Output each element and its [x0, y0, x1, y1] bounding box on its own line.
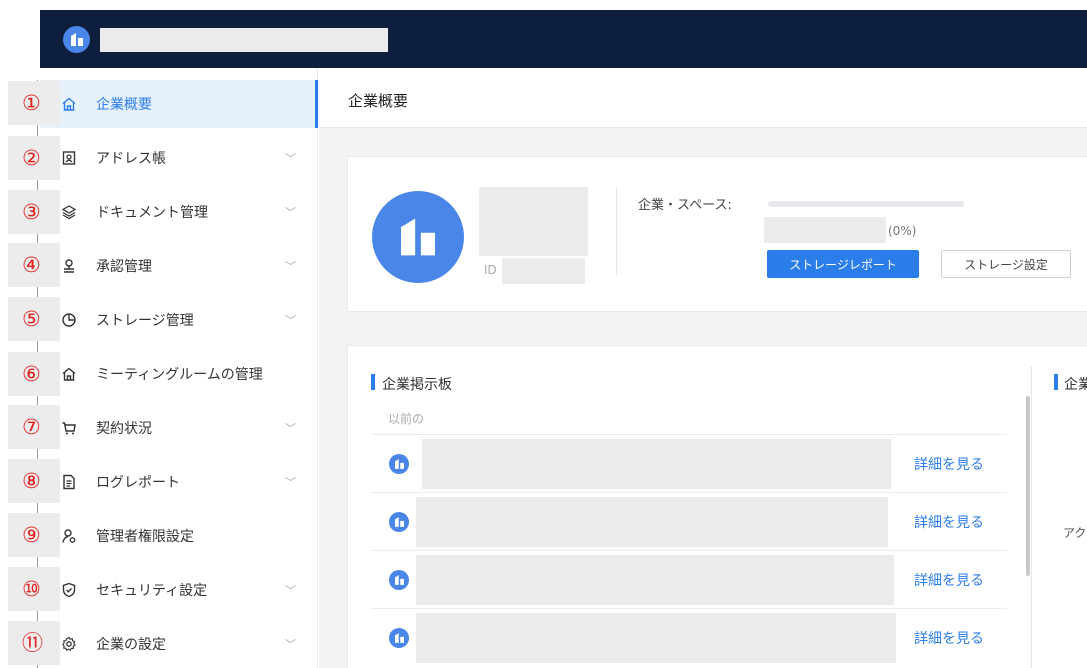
storage-report-button[interactable]: ストレージレポート: [767, 250, 919, 278]
sidebar-item-address-book[interactable]: アドレス帳 ﹀: [40, 134, 318, 182]
admin-user-icon: [60, 527, 78, 545]
list-item: 詳細を見る: [371, 492, 1007, 550]
sidebar-item-log-report[interactable]: ログレポート ﹀: [40, 458, 318, 506]
company-logo-icon: [389, 454, 409, 474]
chevron-down-icon: ﹀: [285, 314, 296, 327]
redacted-company-id: [502, 258, 585, 284]
sidebar-item-label: セキュリティ設定: [96, 583, 208, 599]
board-title: 企業掲示板: [382, 377, 452, 393]
chevron-down-icon: ﹀: [285, 476, 296, 489]
sidebar-item-storage-management[interactable]: ストレージ管理 ﹀: [40, 296, 318, 344]
annotation-badge-8: ⑧: [8, 459, 60, 503]
company-id-label: ID: [484, 263, 497, 277]
company-info-card: ID 企業・スペース: (0%) ストレージレポート ストレージ設定: [347, 156, 1087, 312]
sidebar-item-label: ドキュメント管理: [96, 205, 208, 221]
redacted-notice-text: [416, 555, 894, 605]
annotation-badge-7: ⑦: [8, 405, 60, 449]
sidebar-item-label: ログレポート: [96, 475, 180, 491]
secondary-board-title: 企業: [1064, 377, 1087, 393]
home-icon: [60, 95, 78, 113]
sidebar-item-label: 承認管理: [96, 259, 152, 275]
annotation-badge-1: ①: [8, 81, 60, 125]
divider: [616, 187, 617, 275]
view-details-link[interactable]: 詳細を見る: [914, 570, 984, 590]
storage-percent: (0%): [888, 224, 917, 238]
redacted-company-name: [100, 28, 388, 52]
sidebar-item-admin-permissions[interactable]: 管理者権限設定: [40, 512, 318, 560]
layers-icon: [60, 203, 78, 221]
chevron-down-icon: ﹀: [285, 584, 296, 597]
sidebar-item-label: 企業概要: [96, 97, 152, 113]
scrollbar[interactable]: [1026, 396, 1030, 576]
company-logo-icon: [389, 512, 409, 532]
list-item: 詳細を見る: [371, 550, 1007, 608]
board-subtitle: 以前の: [388, 412, 425, 426]
section-marker: [1054, 374, 1058, 390]
sidebar-item-label: 契約状況: [96, 421, 152, 437]
annotation-badge-11: ⑪: [8, 621, 60, 665]
redacted-notice-text: [416, 497, 888, 547]
annotation-badge-5: ⑤: [8, 297, 60, 341]
home-icon: [60, 365, 78, 383]
redacted-notice-text: [416, 613, 896, 663]
address-book-icon: [60, 149, 78, 167]
pie-chart-icon: [60, 311, 78, 329]
sidebar-item-label: ストレージ管理: [96, 313, 194, 329]
redacted-notice-text: [422, 439, 891, 489]
sidebar-item-label: 企業の設定: [96, 637, 166, 653]
chevron-down-icon: ﹀: [285, 422, 296, 435]
company-logo-icon: [389, 570, 409, 590]
annotation-badge-10: ⑩: [8, 567, 60, 611]
sidebar-item-label: ミーティングルームの管理: [96, 367, 263, 383]
chevron-down-icon: ﹀: [285, 638, 296, 651]
cart-icon: [60, 419, 78, 437]
divider: [1031, 366, 1032, 668]
chevron-down-icon: ﹀: [285, 260, 296, 273]
space-label: 企業・スペース:: [638, 198, 732, 213]
list-item: 詳細を見る: [371, 608, 1007, 666]
user-stamp-icon: [60, 257, 78, 275]
page-header: 企業概要: [319, 68, 1087, 128]
company-bulletin-board: 企業掲示板 以前の 詳細を見る 詳細を見る 詳細を見る 詳細を見る 企業 アク: [347, 345, 1087, 668]
main-content: 企業概要 ID 企業・スペース: (0%) ストレージレポート ストレージ設定 …: [319, 68, 1087, 668]
sidebar-item-approval-management[interactable]: 承認管理 ﹀: [40, 242, 318, 290]
annotation-badge-3: ③: [8, 190, 60, 234]
annotation-badge-9: ⑨: [8, 513, 60, 557]
sidebar-item-company-settings[interactable]: 企業の設定 ﹀: [40, 620, 318, 668]
view-details-link[interactable]: 詳細を見る: [914, 628, 984, 648]
chevron-down-icon: ﹀: [285, 206, 296, 219]
sidebar-item-label: アドレス帳: [96, 151, 166, 167]
redacted-storage-usage: [764, 217, 886, 243]
redacted-company-name: [479, 187, 588, 256]
top-bar: [40, 10, 1087, 68]
view-details-link[interactable]: 詳細を見る: [914, 454, 984, 474]
sidebar: 企業概要 アドレス帳 ﹀ ドキュメント管理 ﹀ 承認管理 ﹀ ストレージ管理 ﹀…: [40, 68, 318, 668]
sidebar-item-security-settings[interactable]: セキュリティ設定 ﹀: [40, 566, 318, 614]
shield-check-icon: [60, 581, 78, 599]
annotation-badge-6: ⑥: [8, 352, 60, 396]
company-logo-icon: [372, 191, 464, 283]
sidebar-item-document-management[interactable]: ドキュメント管理 ﹀: [40, 188, 318, 236]
company-logo-icon[interactable]: [63, 26, 90, 53]
page-title: 企業概要: [348, 92, 409, 110]
storage-progress-bar: [768, 201, 964, 207]
section-marker: [371, 374, 375, 390]
annotation-badge-2: ②: [8, 136, 60, 180]
view-details-link[interactable]: 詳細を見る: [914, 512, 984, 532]
sidebar-item-meeting-room-management[interactable]: ミーティングルームの管理: [40, 350, 318, 398]
sidebar-item-label: 管理者権限設定: [96, 529, 194, 545]
sidebar-item-contract-status[interactable]: 契約状況 ﹀: [40, 404, 318, 452]
secondary-board-text: アク: [1063, 526, 1087, 540]
company-logo-icon: [389, 628, 409, 648]
chevron-down-icon: ﹀: [285, 152, 296, 165]
gear-icon: [60, 635, 78, 653]
annotation-badge-4: ④: [8, 243, 60, 287]
document-icon: [60, 473, 78, 491]
storage-settings-button[interactable]: ストレージ設定: [941, 250, 1071, 278]
sidebar-item-company-overview[interactable]: 企業概要: [40, 80, 318, 128]
list-item: 詳細を見る: [371, 434, 1007, 492]
